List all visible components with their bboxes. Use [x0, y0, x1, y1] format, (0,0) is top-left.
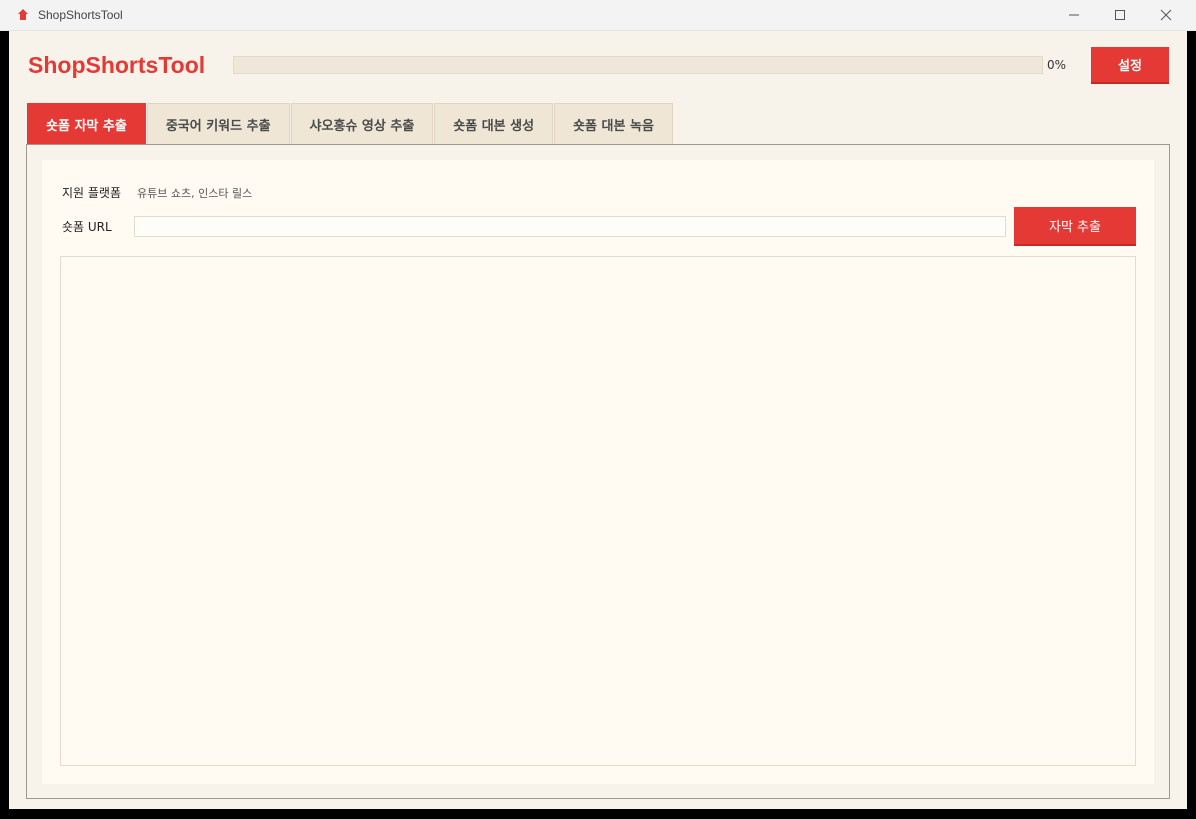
- window-title: ShopShortsTool: [38, 8, 123, 22]
- tab-chinese-keyword-extract[interactable]: 중국어 키워드 추출: [146, 103, 290, 144]
- extract-subtitle-button[interactable]: 자막 추출: [1014, 207, 1136, 246]
- maximize-button[interactable]: [1097, 0, 1143, 31]
- close-button[interactable]: [1143, 0, 1189, 31]
- tab-shortform-script-record[interactable]: 숏폼 대본 녹음: [554, 103, 673, 144]
- app-logo-icon: [18, 9, 28, 20]
- maximize-icon: [1115, 10, 1125, 20]
- settings-button[interactable]: 설정: [1091, 47, 1169, 84]
- close-icon: [1160, 9, 1172, 21]
- title-bar[interactable]: ShopShortsTool: [0, 0, 1196, 31]
- app-title: ShopShortsTool: [28, 52, 206, 78]
- app-window: ShopShortsTool ShopShortsTool 0% 설정 숏폼 자…: [0, 0, 1196, 819]
- minimize-icon: [1069, 14, 1079, 16]
- subtitle-output-textarea[interactable]: [60, 256, 1136, 766]
- tab-xiaohongshu-video-extract[interactable]: 샤오홍슈 영상 추출: [290, 103, 434, 144]
- supported-platform-label: 지원 플랫폼: [62, 186, 122, 200]
- tab-content-panel: 지원 플랫폼 유튜브 쇼츠, 인스타 릴스 숏폼 URL 자막 추출: [26, 144, 1170, 799]
- subtitle-extract-card: 지원 플랫폼 유튜브 쇼츠, 인스타 릴스 숏폼 URL 자막 추출: [42, 160, 1154, 784]
- progress-bar: [233, 56, 1043, 74]
- app-client-area: ShopShortsTool 0% 설정 숏폼 자막 추출 중국어 키워드 추출…: [9, 31, 1187, 809]
- url-input[interactable]: [134, 216, 1006, 237]
- progress-percent: 0%: [1047, 58, 1067, 72]
- tab-bar: 숏폼 자막 추출 중국어 키워드 추출 샤오홍슈 영상 추출 숏폼 대본 생성 …: [27, 103, 674, 145]
- tab-shortform-subtitle-extract[interactable]: 숏폼 자막 추출: [27, 103, 146, 144]
- supported-platform-value: 유튜브 쇼츠, 인스타 릴스: [137, 187, 253, 200]
- minimize-button[interactable]: [1051, 0, 1097, 31]
- url-label: 숏폼 URL: [62, 220, 112, 234]
- tab-shortform-script-generate[interactable]: 숏폼 대본 생성: [434, 103, 554, 144]
